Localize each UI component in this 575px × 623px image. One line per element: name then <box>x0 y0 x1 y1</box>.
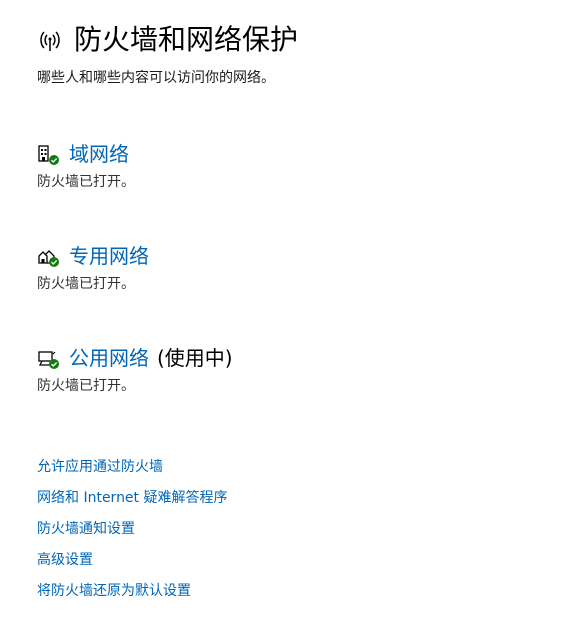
domain-network-status: 防火墙已打开。 <box>37 174 135 190</box>
public-network-icon <box>37 348 59 369</box>
firewall-network-protection-page: 防火墙和网络保护 哪些人和哪些内容可以访问你的网络。 域网络 防火墙已打开。 专… <box>0 0 575 623</box>
private-network-link[interactable]: 专用网络 <box>69 242 149 270</box>
network-troubleshooter-link[interactable]: 网络和 Internet 疑难解答程序 <box>37 488 228 508</box>
advanced-settings-link[interactable]: 高级设置 <box>37 550 228 570</box>
private-network-status: 防火墙已打开。 <box>37 276 135 292</box>
check-badge-icon <box>49 155 59 165</box>
antenna-icon <box>36 26 64 54</box>
page-header: 防火墙和网络保护 <box>36 20 298 60</box>
private-network-header: 专用网络 <box>37 242 537 270</box>
firewall-notification-settings-link[interactable]: 防火墙通知设置 <box>37 519 228 539</box>
domain-network-section: 域网络 防火墙已打开。 <box>37 140 537 192</box>
check-badge-icon <box>49 257 59 267</box>
related-links: 允许应用通过防火墙 网络和 Internet 疑难解答程序 防火墙通知设置 高级… <box>37 457 228 612</box>
private-network-section: 专用网络 防火墙已打开。 <box>37 242 537 294</box>
page-subtitle: 哪些人和哪些内容可以访问你的网络。 <box>37 70 275 86</box>
restore-firewall-defaults-link[interactable]: 将防火墙还原为默认设置 <box>37 581 228 601</box>
check-badge-icon <box>49 359 59 369</box>
public-network-link[interactable]: 公用网络 <box>69 344 149 372</box>
in-use-label: (使用中) <box>157 346 233 370</box>
public-network-section: 公用网络 (使用中) 防火墙已打开。 <box>37 344 537 396</box>
domain-network-header: 域网络 <box>37 140 537 168</box>
page-title: 防火墙和网络保护 <box>74 23 299 56</box>
public-network-header: 公用网络 (使用中) <box>37 344 537 372</box>
private-network-icon <box>37 246 59 267</box>
domain-network-icon <box>37 144 59 165</box>
domain-network-link[interactable]: 域网络 <box>69 140 129 168</box>
allow-app-through-firewall-link[interactable]: 允许应用通过防火墙 <box>37 457 228 477</box>
public-network-status: 防火墙已打开。 <box>37 378 135 394</box>
